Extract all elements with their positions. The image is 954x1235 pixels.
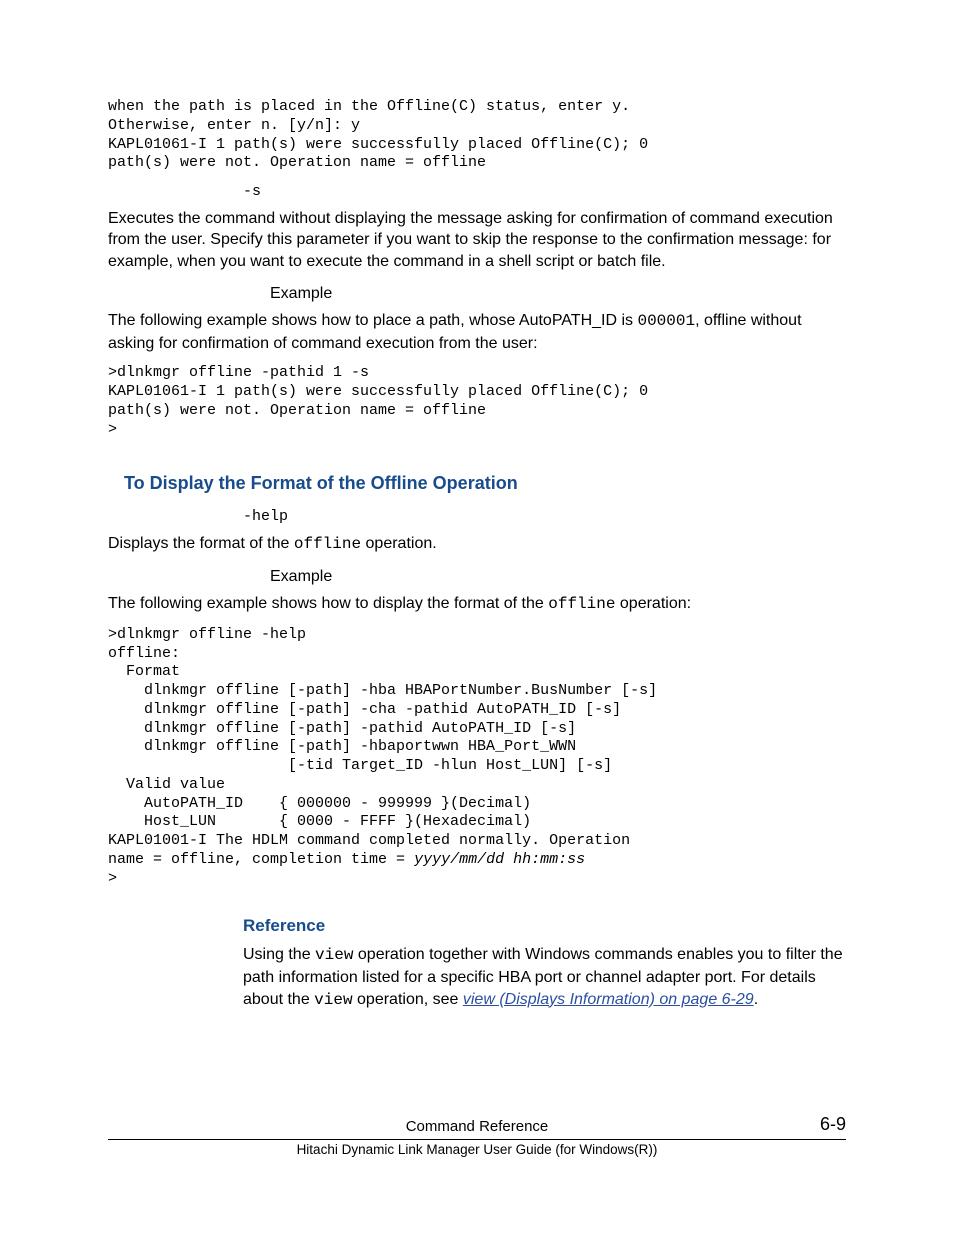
param-s-desc: Executes the command without displaying … — [108, 208, 846, 273]
page-footer: Command Reference 6-9 Hitachi Dynamic Li… — [108, 1118, 846, 1157]
example-label-help: Example — [270, 566, 846, 588]
code-block-s: >dlnkmgr offline -pathid 1 -s KAPL01061-… — [108, 364, 846, 439]
code-block-prev: when the path is placed in the Offline(C… — [108, 98, 846, 173]
example-intro-s: The following example shows how to place… — [108, 310, 846, 354]
footer-subtitle: Hitachi Dynamic Link Manager User Guide … — [108, 1142, 846, 1157]
heading-reference: Reference — [243, 916, 846, 936]
heading-format: To Display the Format of the Offline Ope… — [124, 473, 846, 494]
param-help-label: -help — [243, 508, 846, 527]
reference-link[interactable]: view (Displays Information) on page 6-29 — [463, 991, 754, 1008]
footer-page-number: 6-9 — [820, 1114, 846, 1135]
reference-paragraph: Using the view operation together with W… — [243, 944, 846, 1011]
code-block-help: >dlnkmgr offline -help offline: Format d… — [108, 626, 846, 889]
param-help-desc: Displays the format of the offline opera… — [108, 533, 846, 556]
example-intro-help: The following example shows how to displ… — [108, 593, 846, 616]
footer-title: Command Reference — [406, 1118, 549, 1135]
param-s-label: -s — [243, 183, 846, 202]
example-label-s: Example — [270, 283, 846, 305]
